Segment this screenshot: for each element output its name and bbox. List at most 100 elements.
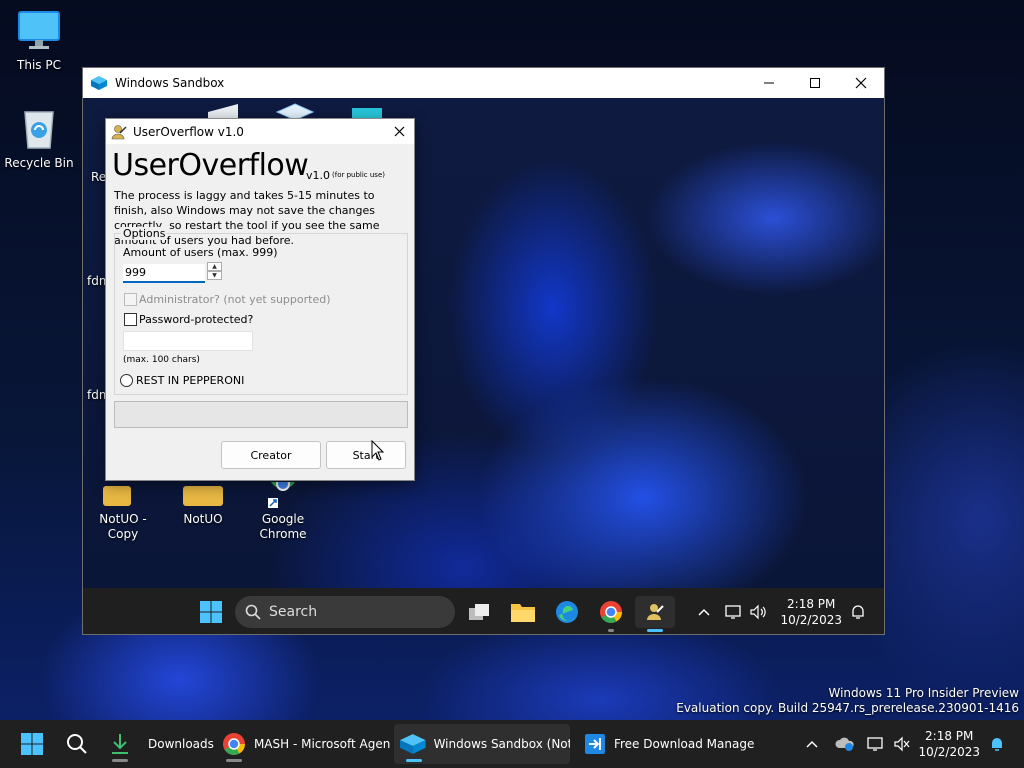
maximize-icon [810, 78, 820, 88]
notifications-button[interactable] [984, 724, 1010, 764]
recycle-bin-icon [24, 111, 54, 149]
sandbox-useroverflow-button[interactable] [635, 596, 675, 632]
task-chrome-mash[interactable]: MASH - Microsoft Agen [218, 724, 390, 764]
bell-icon [992, 738, 1002, 751]
progress-bar [114, 401, 408, 428]
password-protected-checkbox[interactable] [124, 313, 137, 326]
desktop-icon-label: Recycle Bin [4, 156, 74, 170]
app-version-note: (for public use) [332, 171, 385, 179]
windows-logo-icon [21, 733, 43, 755]
sandbox-app-icon [91, 76, 107, 90]
close-icon [855, 77, 867, 89]
sandbox-taskbar: Search 2:18 PM 10/2/2023 [83, 588, 884, 634]
search-icon [245, 604, 261, 620]
administrator-label: Administrator? (not yet supported) [139, 293, 331, 306]
task-label: MASH - Microsoft Agen [253, 737, 390, 751]
useroverflow-dialog[interactable]: UserOverflow v1.0 UserOverflow v1.0 (for… [105, 118, 415, 481]
dialog-close-button[interactable] [390, 122, 408, 140]
password-protected-label: Password-protected? [139, 313, 254, 326]
tray-overflow-button[interactable] [798, 724, 826, 764]
watermark-line1: Windows 11 Pro Insider Preview [828, 686, 1019, 700]
task-free-download-manager[interactable]: Free Download Manage [578, 724, 754, 764]
amount-spinner[interactable]: ▲ ▼ [207, 262, 222, 281]
sandbox-app-icon [400, 734, 426, 754]
sandbox-start-button[interactable] [193, 596, 229, 628]
options-legend: Options [121, 227, 168, 240]
rest-in-pepperoni-label: REST IN PEPPERONI [136, 374, 245, 387]
download-arrow-icon [112, 734, 128, 754]
sandbox-chrome-button[interactable] [593, 596, 629, 632]
spin-down-button[interactable]: ▼ [207, 271, 222, 280]
sandbox-tray-overflow-button[interactable] [689, 596, 719, 628]
network-icon [867, 737, 883, 751]
sandbox-file-explorer-button[interactable] [505, 596, 541, 628]
task-label: Windows Sandbox (Not [433, 737, 570, 751]
chrome-icon [222, 733, 245, 755]
host-clock[interactable]: 2:18 PM 10/2/2023 [918, 728, 980, 760]
taskbar-search-button[interactable] [58, 724, 96, 764]
mouse-cursor-icon [371, 440, 385, 461]
sandbox-search-placeholder: Search [269, 604, 318, 620]
sandbox-title: Windows Sandbox [115, 76, 225, 90]
desktop-icon-label: This PC [17, 58, 61, 72]
cloud-info-icon [835, 737, 854, 751]
password-hint: (max. 100 chars) [123, 355, 200, 365]
password-input[interactable] [123, 331, 253, 351]
minimize-button[interactable] [746, 68, 792, 98]
amount-label: Amount of users (max. 999) [123, 246, 278, 259]
useroverflow-app-icon [111, 124, 127, 139]
volume-muted-tray-icon[interactable] [890, 724, 914, 764]
network-icon [725, 605, 741, 619]
rest-in-pepperoni-radio[interactable] [120, 374, 133, 387]
maximize-button[interactable] [792, 68, 838, 98]
chrome-icon [268, 482, 295, 508]
task-windows-sandbox[interactable]: Windows Sandbox (Not [394, 724, 570, 764]
sandbox-icon-notuo-copy[interactable]: NotUO - Copy [83, 486, 163, 542]
app-name-heading: UserOverflow [112, 148, 309, 183]
sandbox-task-view-button[interactable] [461, 596, 497, 628]
creator-button[interactable]: Creator [221, 441, 321, 469]
sandbox-icon-label: NotUO - Copy [99, 512, 147, 541]
host-clock-date: 10/2/2023 [918, 745, 980, 759]
start-button[interactable]: Start [326, 441, 406, 469]
dialog-titlebar[interactable]: UserOverflow v1.0 [106, 119, 414, 144]
desktop-icon-this-pc[interactable]: This PC [4, 10, 74, 72]
sandbox-edge-button[interactable] [549, 596, 585, 628]
sandbox-search-box[interactable]: Search [235, 596, 455, 628]
task-downloads[interactable]: Downloads [104, 724, 214, 764]
sandbox-icon-notuo[interactable]: NotUO [163, 486, 243, 527]
sandbox-icon-google-chrome[interactable]: Google Chrome [243, 482, 323, 542]
close-button[interactable] [838, 68, 884, 98]
fdm-app-icon [584, 734, 605, 754]
task-label: Free Download Manage [613, 737, 754, 751]
desktop-icon-recycle-bin[interactable]: Recycle Bin [4, 106, 74, 170]
sandbox-titlebar[interactable]: Windows Sandbox [83, 68, 884, 98]
chevron-up-icon [698, 608, 710, 616]
sandbox-notifications-button[interactable] [843, 596, 873, 628]
administrator-checkbox[interactable] [124, 293, 137, 306]
chevron-up-icon [806, 740, 818, 748]
sandbox-icon-label: NotUO [183, 512, 223, 526]
sandbox-icon-label: Re [91, 170, 107, 184]
sandbox-volume-button[interactable] [745, 596, 771, 628]
search-icon [67, 734, 87, 754]
host-taskbar: Downloads MASH - Microsoft Agen Windows … [0, 720, 1024, 768]
app-version: v1.0 [306, 169, 331, 182]
watermark-line2: Evaluation copy. Build 25947.rs_prerelea… [676, 701, 1019, 715]
onedrive-tray-icon[interactable] [832, 724, 858, 764]
network-tray-icon[interactable] [864, 724, 888, 764]
sandbox-network-button[interactable] [721, 596, 747, 628]
close-icon [394, 126, 404, 136]
amount-of-users-input[interactable] [123, 264, 205, 283]
sandbox-clock[interactable]: 2:18 PM 10/2/2023 [780, 596, 842, 628]
spin-up-button[interactable]: ▲ [207, 262, 222, 271]
folder-icon [183, 486, 223, 506]
sandbox-clock-date: 10/2/2023 [780, 613, 842, 627]
useroverflow-app-icon [647, 604, 664, 620]
monitor-icon [18, 11, 60, 49]
dialog-title: UserOverflow v1.0 [133, 124, 244, 139]
chrome-icon [600, 601, 622, 623]
start-button[interactable] [12, 724, 52, 764]
windows-logo-icon [200, 601, 222, 623]
task-label: Downloads [148, 737, 214, 751]
